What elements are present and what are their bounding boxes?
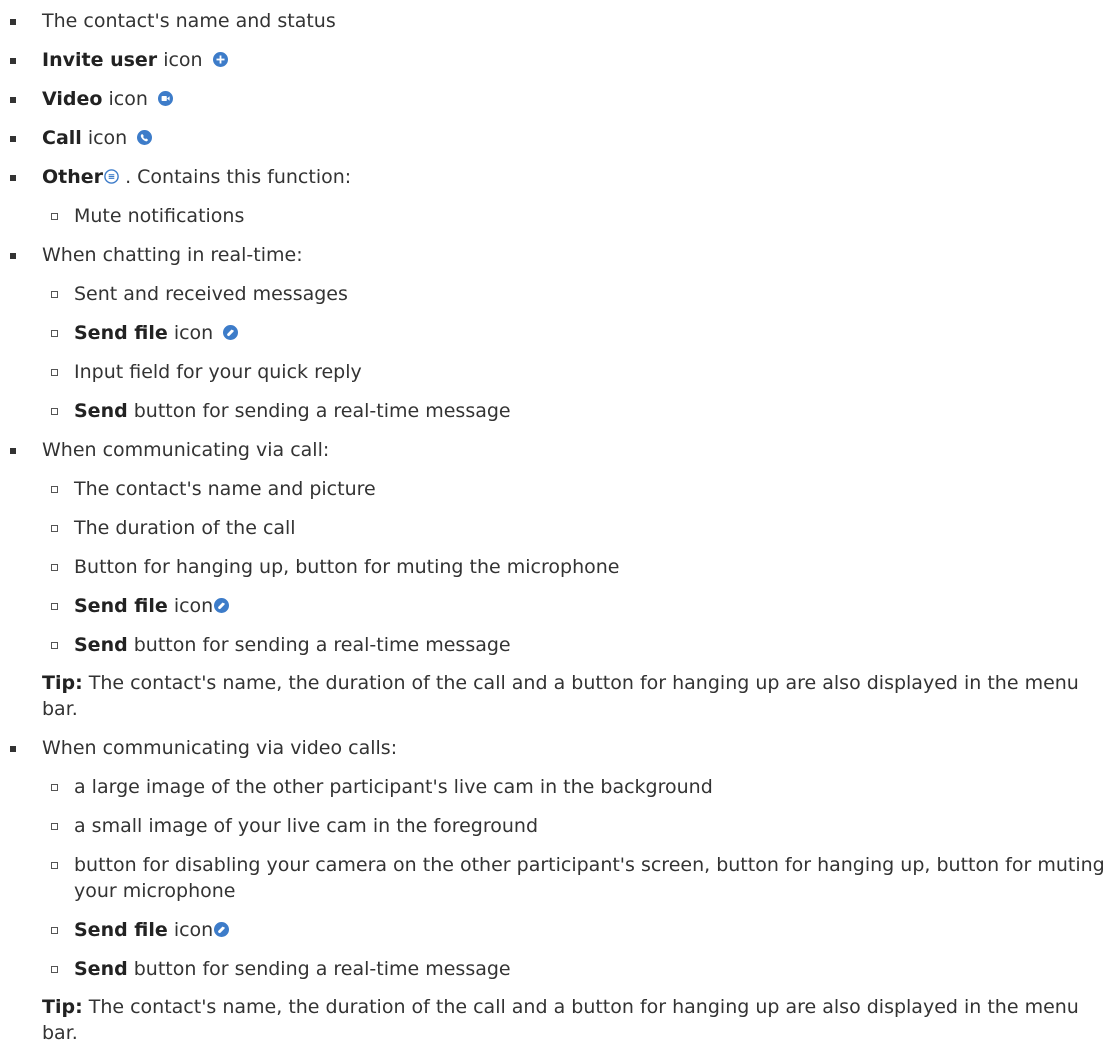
list-item: When communicating via video calls: a la… [0,735,1112,1046]
list-item: Other . Contains this function: Mute not… [0,164,1112,229]
item-text: When communicating via video calls: [42,737,398,759]
tip-note: Tip: The contact's name, the duration of… [42,670,1112,722]
sub-item-text: Input field for your quick reply [74,361,362,383]
sub-item-bold-label: Send [74,958,128,980]
sub-item-bold-label: Send [74,400,128,422]
sub-item-text: The duration of the call [74,517,296,539]
sub-item-bold-label: Send [74,634,128,656]
document-body: The contact's name and status Invite use… [0,0,1112,1046]
item-bold-label: Other [42,166,104,188]
item-text: When chatting in real-time: [42,244,303,266]
list-item: When chatting in real-time: Sent and rec… [0,242,1112,424]
tip-note: Tip: The contact's name, the duration of… [42,994,1112,1046]
item-text: . Contains this function: [119,166,352,188]
sub-list: The contact's name and picture The durat… [42,476,1112,658]
sub-item-bold-label: Send file [74,595,168,617]
video-icon [157,91,173,106]
sub-list-item: Button for hanging up, button for muting… [42,554,1112,580]
sub-item-text: icon [167,322,214,344]
feature-list: The contact's name and status Invite use… [0,8,1112,1046]
call-icon [137,130,153,145]
sub-item-bold-label: Send file [74,322,168,344]
list-item: Invite user icon [0,47,1112,73]
sub-list: Sent and received messages Send file ico… [42,281,1112,424]
sub-list-item: a small image of your live cam in the fo… [42,813,1112,839]
sub-item-text: a large image of the other participant's… [74,776,713,798]
item-bold-label: Call [42,127,82,149]
send-file-icon [223,325,239,340]
item-text: When communicating via call: [42,439,330,461]
sub-item-text: Mute notifications [74,205,245,227]
sub-list-item: Mute notifications [42,203,1112,229]
other-menu-icon [104,169,119,184]
item-text: icon [102,88,148,110]
sub-list-item: Send file icon [42,917,1112,943]
sub-list-item: Send button for sending a real-time mess… [42,956,1112,982]
list-item: Video icon [0,86,1112,112]
sub-item-text: Button for hanging up, button for muting… [74,556,620,578]
send-file-icon [214,598,230,613]
sub-list-item: button for disabling your camera on the … [42,852,1112,904]
sub-list-item: Sent and received messages [42,281,1112,307]
sub-item-text: button for sending a real-time message [127,958,511,980]
sub-list: Mute notifications [42,203,1112,229]
sub-list-item: Send button for sending a real-time mess… [42,632,1112,658]
sub-item-text: Sent and received messages [74,283,348,305]
sub-item-bold-label: Send file [74,919,168,941]
send-file-icon [214,922,230,937]
item-text: icon [81,127,128,149]
list-item: Call icon [0,125,1112,151]
sub-item-text: The contact's name and picture [74,478,376,500]
sub-item-text: icon [167,919,214,941]
item-bold-label: Invite user [42,49,158,71]
sub-list-item: Send button for sending a real-time mess… [42,398,1112,424]
tip-label: Tip: [42,996,83,1018]
sub-list-item: a large image of the other participant's… [42,774,1112,800]
tip-label: Tip: [42,672,83,694]
sub-list-item: Send file icon [42,593,1112,619]
sub-list-item: The contact's name and picture [42,476,1112,502]
sub-item-text: a small image of your live cam in the fo… [74,815,539,837]
sub-list-item: The duration of the call [42,515,1112,541]
sub-list-item: Send file icon [42,320,1112,346]
sub-item-text: icon [167,595,214,617]
invite-user-icon [212,52,228,67]
item-bold-label: Video [42,88,103,110]
sub-item-text: button for disabling your camera on the … [74,854,1105,902]
tip-text: The contact's name, the duration of the … [42,996,1079,1044]
list-item: The contact's name and status [0,8,1112,34]
tip-text: The contact's name, the duration of the … [42,672,1079,720]
list-item: When communicating via call: The contact… [0,437,1112,722]
sub-list: a large image of the other participant's… [42,774,1112,982]
item-text: The contact's name and status [42,10,336,32]
item-text: icon [157,49,203,71]
sub-item-text: button for sending a real-time message [127,400,511,422]
sub-list-item: Input field for your quick reply [42,359,1112,385]
sub-item-text: button for sending a real-time message [127,634,511,656]
